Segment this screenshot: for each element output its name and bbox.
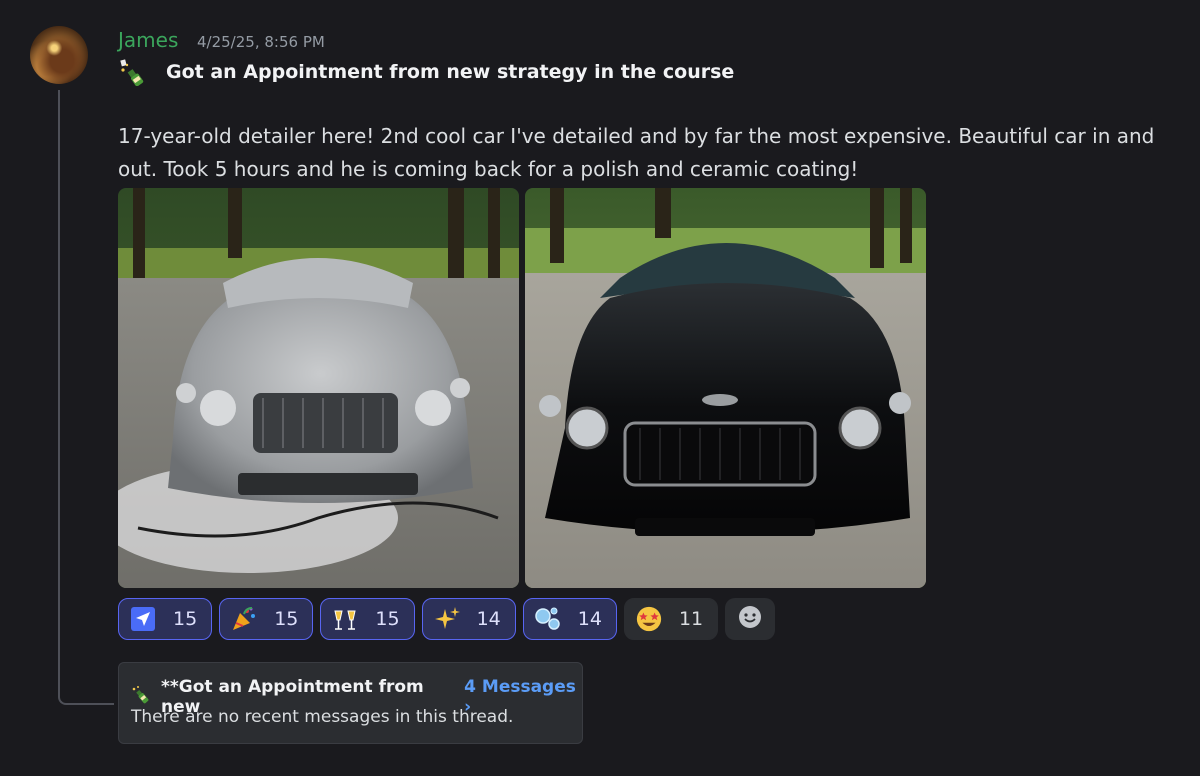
champagne-glasses-icon: [331, 605, 359, 633]
add-reaction-smiley-icon: [737, 604, 763, 634]
thread-connector-line: [58, 90, 114, 705]
reaction-sparkles[interactable]: 14: [421, 598, 516, 640]
reaction-count: 15: [375, 608, 400, 630]
champagne-bottle-icon: [131, 685, 153, 709]
bubbles-icon: [534, 605, 562, 633]
reaction-count: 15: [274, 608, 299, 630]
reaction-bubbles[interactable]: 14: [522, 598, 617, 640]
reaction-count: 15: [173, 608, 198, 630]
message-title: Got an Appointment from new strategy in …: [166, 61, 735, 83]
reaction-count: 14: [577, 608, 602, 630]
thread-card[interactable]: **Got an Appointment from new 4 Messages…: [118, 662, 583, 744]
sparkles-icon: [433, 605, 461, 633]
reaction-star-struck[interactable]: 11: [623, 598, 719, 640]
reaction-champagne-glasses[interactable]: 15: [320, 598, 415, 640]
reaction-bar: 15 15 15 14 14 11: [118, 598, 776, 640]
thread-empty-text: There are no recent messages in this thr…: [131, 707, 514, 727]
avatar[interactable]: [30, 26, 88, 84]
message-timestamp: 4/25/25, 8:56 PM: [197, 33, 325, 51]
attachment-image-clean-car[interactable]: [525, 188, 926, 588]
message-body: 17-year-old detailer here! 2nd cool car …: [118, 124, 1155, 181]
star-struck-face-icon: [635, 605, 663, 633]
attachment-image-foam-car[interactable]: [118, 188, 519, 588]
paper-plane-icon: [129, 605, 157, 633]
add-reaction-button[interactable]: [725, 598, 776, 640]
reaction-count: 14: [476, 608, 501, 630]
champagne-bottle-icon: [118, 58, 150, 87]
message-title-row: Got an Appointment from new strategy in …: [118, 58, 735, 87]
reaction-party-popper[interactable]: 15: [219, 598, 314, 640]
reaction-count: 11: [678, 608, 704, 630]
party-popper-icon: [230, 605, 258, 633]
author-name[interactable]: James: [118, 28, 178, 52]
reaction-paper-plane[interactable]: 15: [118, 598, 213, 640]
